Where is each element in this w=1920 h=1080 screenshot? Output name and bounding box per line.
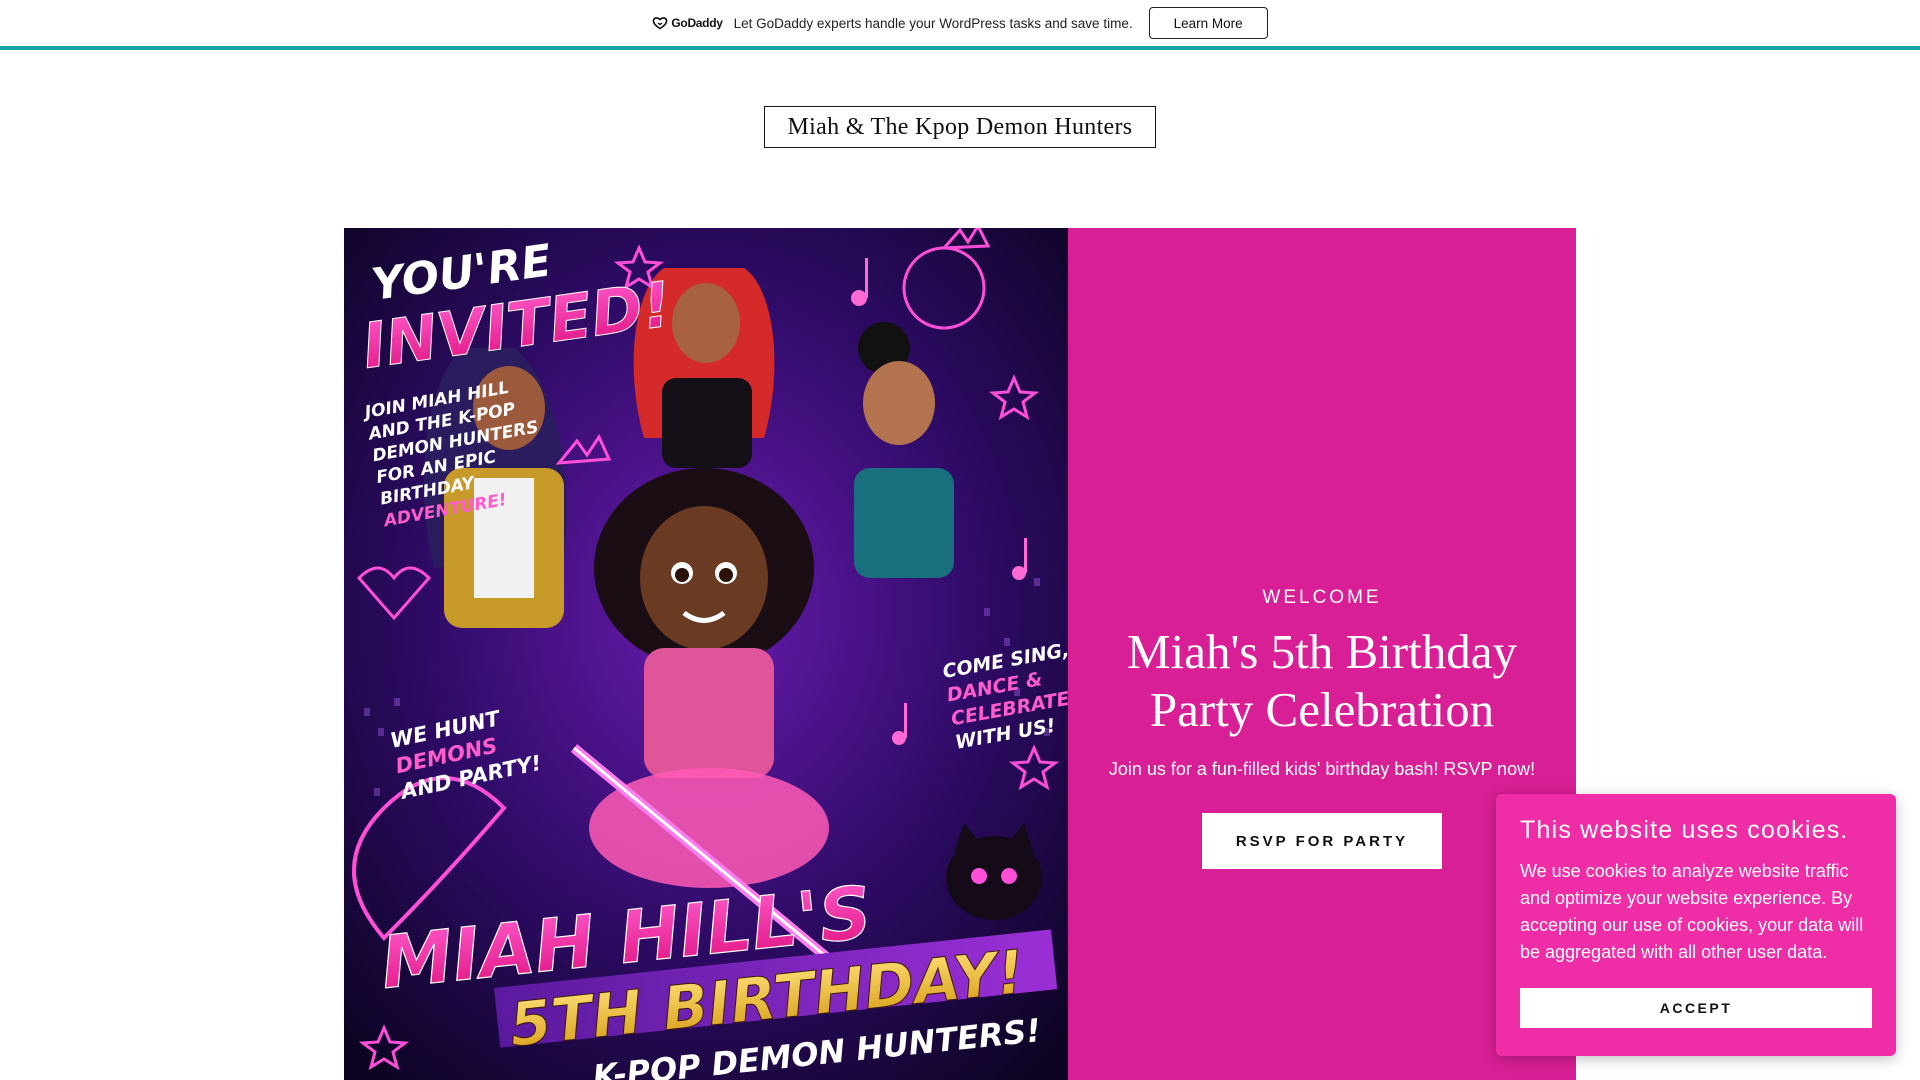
hero-subheading: Join us for a fun-filled kids' birthday … — [1108, 759, 1536, 779]
promo-bar: GoDaddy Let GoDaddy experts handle your … — [0, 0, 1920, 50]
hero-section: YOU'RE INVITED! JOIN MIAH HILL AND THE K… — [344, 228, 1576, 1080]
site-title[interactable]: Miah & The Kpop Demon Hunters — [764, 106, 1156, 148]
hero-poster-image: YOU'RE INVITED! JOIN MIAH HILL AND THE K… — [344, 228, 1068, 1080]
godaddy-logo-text: GoDaddy — [671, 16, 723, 30]
cookie-banner: This website uses cookies. We use cookie… — [1496, 794, 1896, 1056]
rsvp-button[interactable]: RSVP FOR PARTY — [1202, 813, 1442, 869]
cookie-message: We use cookies to analyze website traffi… — [1520, 861, 1864, 962]
black-cat — [946, 823, 1042, 920]
poster-artwork: YOU'RE INVITED! JOIN MIAH HILL AND THE K… — [344, 228, 1068, 1080]
cookie-title: This website uses cookies. — [1520, 816, 1849, 844]
hero-heading: Miah's 5th Birthday Party Celebration — [1127, 624, 1517, 737]
godaddy-icon — [653, 17, 668, 30]
welcome-eyebrow: WELCOME — [1262, 587, 1382, 608]
accept-cookies-button[interactable]: ACCEPT — [1520, 988, 1872, 1028]
learn-more-button[interactable]: Learn More — [1148, 7, 1268, 39]
godaddy-logo: GoDaddy — [652, 16, 723, 30]
promo-message: Let GoDaddy experts handle your WordPres… — [733, 15, 1133, 31]
